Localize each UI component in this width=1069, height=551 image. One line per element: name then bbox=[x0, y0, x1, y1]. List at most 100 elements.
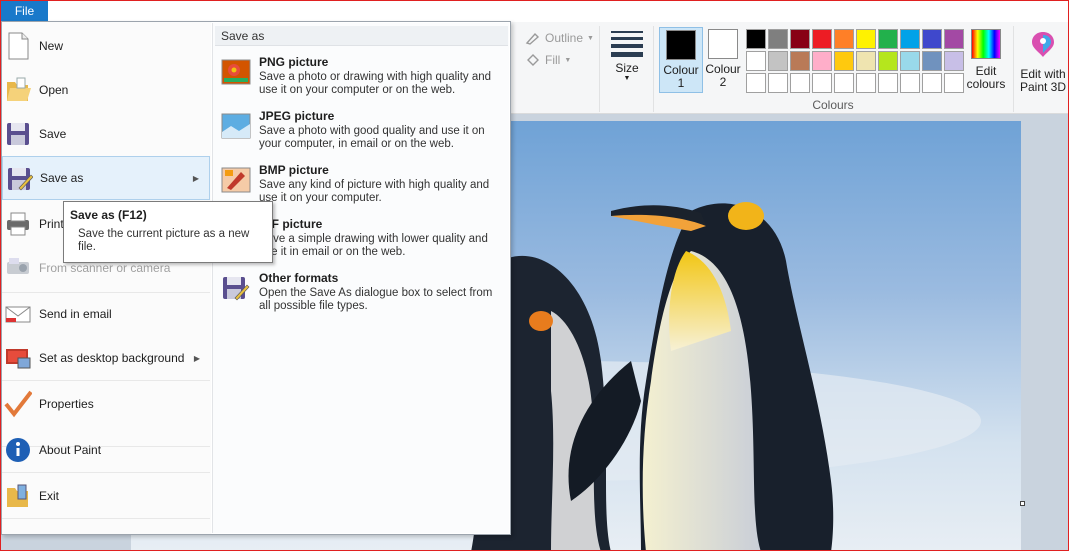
menu-separator bbox=[2, 380, 210, 381]
new-document-icon bbox=[8, 32, 29, 60]
palette-swatch[interactable] bbox=[856, 29, 876, 49]
menu-item-label: Set as desktop background bbox=[39, 351, 185, 365]
fill-label: Fill bbox=[545, 53, 561, 67]
submenu-arrow-icon: ▶ bbox=[192, 173, 199, 183]
properties-check-icon bbox=[4, 390, 32, 418]
palette-swatch[interactable] bbox=[746, 29, 766, 49]
edit-with-paint3d-button[interactable]: Edit with Paint 3D bbox=[1017, 27, 1068, 94]
palette-swatch[interactable] bbox=[922, 51, 942, 71]
palette-swatch[interactable] bbox=[768, 73, 788, 93]
palette-swatch[interactable] bbox=[768, 29, 788, 49]
jpeg-picture-icon bbox=[221, 113, 251, 139]
palette-swatch[interactable] bbox=[944, 51, 964, 71]
palette-swatch[interactable] bbox=[878, 73, 898, 93]
palette-swatch[interactable] bbox=[900, 29, 920, 49]
palette-swatch[interactable] bbox=[790, 73, 810, 93]
paint3d-label: Edit with Paint 3D bbox=[1019, 67, 1067, 94]
save-as-jpeg[interactable]: JPEG picture Save a photo with good qual… bbox=[219, 109, 503, 161]
group-separator bbox=[653, 26, 654, 112]
palette-swatch[interactable] bbox=[878, 51, 898, 71]
size-button[interactable]: Size ▼ bbox=[607, 27, 647, 93]
palette-swatch[interactable] bbox=[768, 51, 788, 71]
floppy-disk-icon bbox=[7, 123, 29, 145]
menu-item-label: New bbox=[39, 39, 64, 53]
menu-item-label: Save as bbox=[40, 171, 84, 185]
colour1-button[interactable]: Colour 1 bbox=[659, 27, 703, 93]
palette-swatch[interactable] bbox=[834, 51, 854, 71]
palette-swatch[interactable] bbox=[834, 29, 854, 49]
open-folder-icon bbox=[7, 77, 31, 101]
menu-item-about-paint[interactable]: About Paint bbox=[2, 428, 210, 472]
palette-swatch[interactable] bbox=[812, 51, 832, 71]
palette-swatch[interactable] bbox=[790, 51, 810, 71]
submenu-arrow-icon: ▶ bbox=[193, 353, 200, 363]
outline-button[interactable]: Outline ▼ bbox=[525, 31, 594, 45]
colour1-label: Colour 1 bbox=[663, 63, 699, 90]
palette-swatch[interactable] bbox=[922, 29, 942, 49]
paint3d-icon bbox=[1032, 32, 1054, 57]
tooltip-title: Save as (F12) bbox=[70, 208, 147, 222]
save-as-icon bbox=[8, 168, 33, 191]
menu-separator bbox=[2, 472, 210, 473]
palette-swatch[interactable] bbox=[746, 73, 766, 93]
palette-swatch[interactable] bbox=[944, 73, 964, 93]
other-formats-icon bbox=[223, 277, 250, 301]
chevron-down-icon: ▼ bbox=[623, 75, 631, 82]
save-as-other-formats[interactable]: Other formats Open the Save As dialogue … bbox=[219, 271, 503, 323]
colour-palette bbox=[745, 28, 965, 94]
chevron-down-icon: ▼ bbox=[564, 56, 572, 64]
bmp-picture-icon bbox=[221, 167, 251, 193]
menu-item-label: Save bbox=[39, 127, 67, 141]
menu-item-new[interactable]: New bbox=[2, 24, 210, 68]
file-tab[interactable]: File bbox=[1, 1, 48, 21]
save-as-submenu: Save as PNG picture Save a photo or draw… bbox=[212, 23, 509, 533]
save-as-tooltip: Save as (F12) Save the current picture a… bbox=[63, 201, 273, 263]
option-description: Save a photo with good quality and use i… bbox=[259, 125, 485, 150]
palette-swatch[interactable] bbox=[834, 73, 854, 93]
option-description: Save a simple drawing with lower quality… bbox=[259, 233, 488, 258]
colour-spectrum-icon bbox=[971, 29, 1001, 59]
palette-swatch[interactable] bbox=[790, 29, 810, 49]
option-title: JPEG picture bbox=[259, 109, 335, 123]
png-picture-icon bbox=[221, 59, 251, 85]
colours-group-label: Colours bbox=[812, 98, 854, 112]
menu-item-properties[interactable]: Properties bbox=[2, 382, 210, 426]
tooltip-description: Save the current picture as a new file. bbox=[78, 228, 250, 253]
palette-swatch[interactable] bbox=[812, 73, 832, 93]
fill-bucket-icon bbox=[527, 54, 539, 66]
menu-item-open[interactable]: Open bbox=[2, 68, 210, 112]
palette-swatch[interactable] bbox=[922, 73, 942, 93]
colour2-button[interactable]: Colour 2 bbox=[701, 27, 745, 93]
menu-item-exit[interactable]: Exit bbox=[2, 474, 210, 518]
menu-item-send-email[interactable]: Send in email bbox=[2, 292, 210, 336]
exit-icon bbox=[7, 484, 28, 507]
save-as-header: Save as bbox=[215, 26, 508, 46]
printer-icon bbox=[7, 212, 29, 236]
palette-swatch[interactable] bbox=[812, 29, 832, 49]
fill-button[interactable]: Fill ▼ bbox=[525, 53, 571, 67]
palette-swatch[interactable] bbox=[900, 51, 920, 71]
canvas-resize-handle[interactable] bbox=[1020, 501, 1025, 506]
palette-swatch[interactable] bbox=[856, 51, 876, 71]
email-icon bbox=[5, 306, 31, 323]
palette-swatch[interactable] bbox=[856, 73, 876, 93]
menu-item-label: Print bbox=[39, 217, 64, 231]
menu-item-label: Properties bbox=[39, 397, 94, 411]
palette-swatch[interactable] bbox=[900, 73, 920, 93]
edit-colours-label: Edit colours bbox=[966, 64, 1006, 91]
menu-item-label: Open bbox=[39, 83, 69, 97]
save-as-png[interactable]: PNG picture Save a photo or drawing with… bbox=[219, 55, 503, 107]
palette-swatch[interactable] bbox=[878, 29, 898, 49]
option-description: Save a photo or drawing with high qualit… bbox=[259, 71, 492, 96]
outline-label: Outline bbox=[545, 31, 584, 45]
palette-swatch[interactable] bbox=[944, 29, 964, 49]
file-menu: New Open Save Save as ▶ Print From scann… bbox=[1, 21, 511, 535]
line-size-icon bbox=[611, 31, 643, 57]
menu-item-save[interactable]: Save bbox=[2, 112, 210, 156]
desktop-background-icon bbox=[6, 349, 31, 369]
outline-icon bbox=[525, 32, 540, 45]
edit-colours-button[interactable]: Edit colours bbox=[963, 27, 1009, 91]
menu-item-set-desktop-background[interactable]: Set as desktop background ▶ bbox=[2, 336, 210, 380]
menu-item-save-as[interactable]: Save as ▶ bbox=[2, 156, 210, 200]
palette-swatch[interactable] bbox=[746, 51, 766, 71]
